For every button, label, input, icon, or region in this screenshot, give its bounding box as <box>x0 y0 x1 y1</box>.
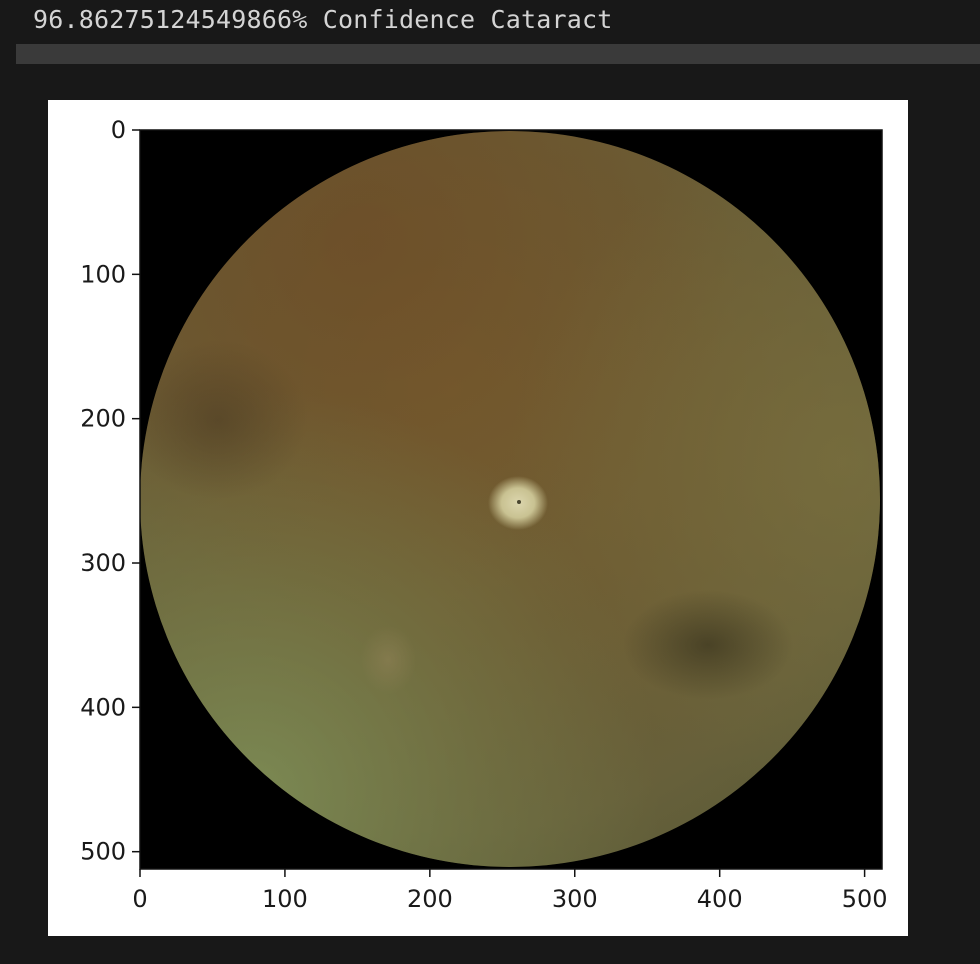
x-tick-label: 200 <box>407 885 453 913</box>
x-tick-label: 0 <box>132 885 147 913</box>
y-tick-label: 200 <box>80 405 126 433</box>
horizontal-scrollbar[interactable] <box>16 44 980 64</box>
x-axis: 0 100 200 300 400 500 <box>132 869 888 913</box>
x-tick-label: 400 <box>697 885 743 913</box>
y-tick-label: 500 <box>80 838 126 866</box>
x-tick-label: 100 <box>262 885 308 913</box>
dark-lesion <box>623 590 793 700</box>
y-tick-label: 0 <box>111 116 126 144</box>
y-tick-label: 100 <box>80 260 126 288</box>
notebook-output-cell: 96.86275124549866% Confidence Cataract 0… <box>0 0 980 964</box>
x-tick-label: 300 <box>552 885 598 913</box>
prediction-output-text: 96.86275124549866% Confidence Cataract <box>33 5 613 34</box>
fundus-image-plot: 0 100 200 300 400 500 0 100 200 300 400 500 <box>80 116 888 913</box>
y-tick-label: 400 <box>80 693 126 721</box>
x-tick-label: 500 <box>842 885 888 913</box>
matplotlib-figure: 0 100 200 300 400 500 0 100 200 300 400 500 <box>48 100 908 936</box>
y-axis: 0 100 200 300 400 500 <box>80 116 140 866</box>
y-tick-label: 300 <box>80 549 126 577</box>
